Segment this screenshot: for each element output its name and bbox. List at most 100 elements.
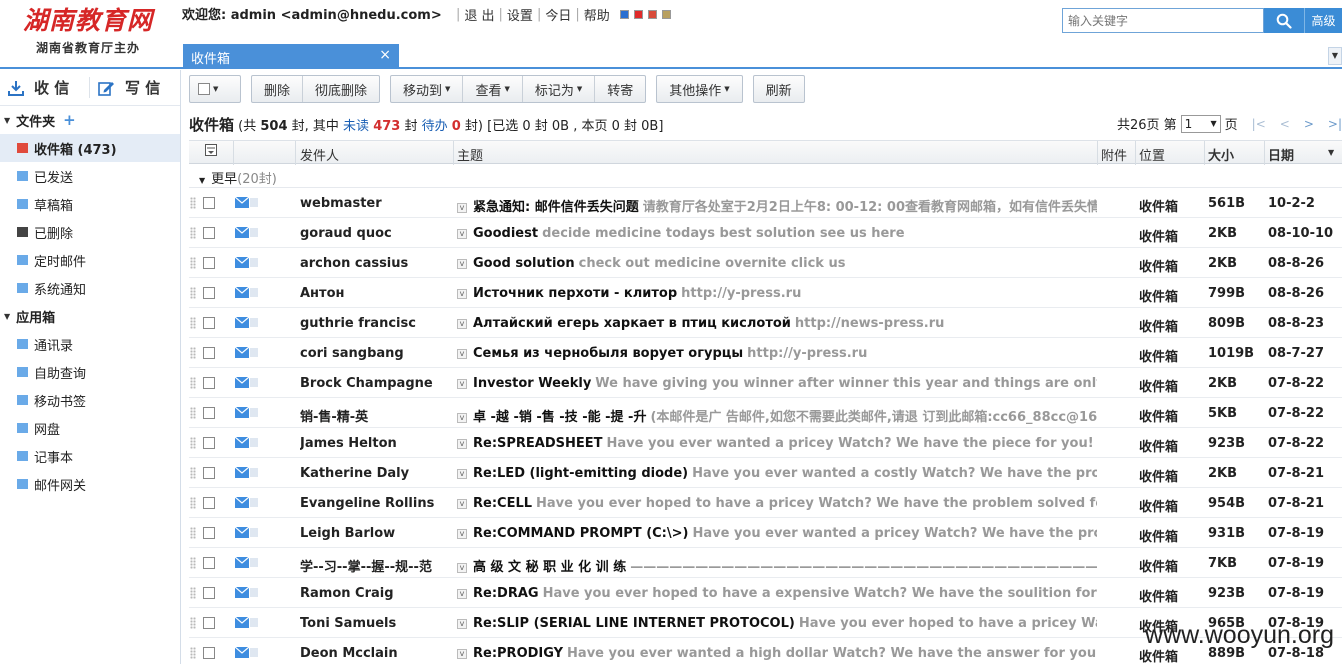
expand-icon[interactable]: v	[457, 469, 467, 479]
column-sender[interactable]: 发件人	[300, 145, 339, 164]
expand-icon[interactable]: v	[457, 349, 467, 359]
email-row[interactable]: Katherine Daly v Re:LED (light-emitting d…	[189, 458, 1342, 488]
refresh-button[interactable]: 刷新	[754, 76, 804, 102]
email-row[interactable]: archon cassius v Good solution check out m…	[189, 248, 1342, 278]
app-notepad[interactable]: 记事本	[0, 442, 180, 470]
last-page-icon[interactable]: >|	[1328, 117, 1342, 131]
view-button[interactable]: 查看 ▼	[463, 76, 523, 102]
unread-link[interactable]: 未读	[343, 119, 369, 134]
expand-icon[interactable]: v	[457, 589, 467, 599]
email-row[interactable]: 学--习--掌--握--规--范 v 高 级 文 秘 职 业 化 训 练 —————…	[189, 548, 1342, 578]
other-ops-button[interactable]: 其他操作 ▼	[657, 76, 741, 102]
move-to-button[interactable]: 移动到 ▼	[391, 76, 464, 102]
skin-gold[interactable]	[661, 10, 671, 19]
first-page-icon[interactable]: |<	[1252, 117, 1266, 131]
drag-handle-icon[interactable]	[190, 437, 196, 449]
expand-icon[interactable]: v	[457, 439, 467, 449]
column-date[interactable]: 日期	[1268, 145, 1294, 164]
expand-icon[interactable]: v	[457, 379, 467, 389]
expand-icon[interactable]: v	[457, 649, 467, 659]
drag-handle-icon[interactable]	[190, 347, 196, 359]
receive-button[interactable]: 收 信	[0, 77, 90, 98]
today-link[interactable]: 今日	[545, 5, 571, 24]
select-all-checkbox[interactable]	[198, 83, 210, 95]
expand-icon[interactable]: v	[457, 499, 467, 509]
folder-scheduled[interactable]: 定时邮件	[0, 246, 180, 274]
folder-system-notice[interactable]: 系统通知	[0, 274, 180, 302]
app-mail-gateway[interactable]: 邮件网关	[0, 470, 180, 498]
email-row[interactable]: guthrie francisc v Алтайский егерь харкае…	[189, 308, 1342, 338]
email-row[interactable]: Leigh Barlow v Re:COMMAND PROMPT (C:\>) Ha…	[189, 518, 1342, 548]
drag-handle-icon[interactable]	[190, 557, 196, 569]
search-button[interactable]	[1264, 8, 1304, 33]
row-checkbox[interactable]	[203, 557, 215, 569]
drag-handle-icon[interactable]	[190, 377, 196, 389]
row-checkbox[interactable]	[203, 407, 215, 419]
app-contacts[interactable]: 通讯录	[0, 330, 180, 358]
drag-handle-icon[interactable]	[190, 197, 196, 209]
advanced-search-button[interactable]: 高级	[1304, 8, 1342, 33]
drag-handle-icon[interactable]	[190, 497, 196, 509]
app-mobile-bookmarks[interactable]: 移动书签	[0, 386, 180, 414]
folder-inbox[interactable]: 收件箱 (473)	[0, 134, 180, 162]
expand-icon[interactable]: v	[457, 259, 467, 269]
email-row[interactable]: James Helton v Re:SPREADSHEET Have you eve…	[189, 428, 1342, 458]
add-folder-icon[interactable]: +	[63, 111, 76, 129]
drag-handle-icon[interactable]	[190, 527, 196, 539]
email-row[interactable]: Brock Champagne v Investor Weekly We have …	[189, 368, 1342, 398]
tab-list-dropdown[interactable]: ▼	[1328, 47, 1342, 65]
prev-page-icon[interactable]: <	[1280, 117, 1290, 131]
row-checkbox[interactable]	[203, 617, 215, 629]
column-chooser-icon[interactable]	[205, 144, 217, 160]
row-checkbox[interactable]	[203, 227, 215, 239]
row-checkbox[interactable]	[203, 287, 215, 299]
close-icon[interactable]: ×	[379, 47, 391, 63]
search-input[interactable]	[1062, 8, 1264, 33]
help-link[interactable]: 帮助	[584, 5, 610, 24]
row-checkbox[interactable]	[203, 197, 215, 209]
group-header[interactable]: ▼ 更早(20封)	[189, 164, 1342, 188]
select-all-dropdown[interactable]: ▼	[190, 76, 240, 102]
todo-link[interactable]: 待办	[422, 119, 448, 134]
column-size[interactable]: 大小	[1208, 145, 1234, 164]
expand-icon[interactable]: v	[457, 413, 467, 423]
drag-handle-icon[interactable]	[190, 287, 196, 299]
expand-icon[interactable]: v	[457, 289, 467, 299]
expand-icon[interactable]: v	[457, 229, 467, 239]
drag-handle-icon[interactable]	[190, 647, 196, 659]
drag-handle-icon[interactable]	[190, 587, 196, 599]
delete-button[interactable]: 删除	[252, 76, 304, 102]
email-row[interactable]: webmaster v 紧急通知: 邮件信件丢失问题 请教育厅各处室于2月2日上午8…	[189, 188, 1342, 218]
drag-handle-icon[interactable]	[190, 617, 196, 629]
app-self-query[interactable]: 自助查询	[0, 358, 180, 386]
write-button[interactable]: 写 信	[90, 77, 180, 98]
column-location[interactable]: 位置	[1139, 145, 1165, 164]
drag-handle-icon[interactable]	[190, 317, 196, 329]
folders-header[interactable]: ▼ 文件夹 +	[0, 106, 180, 134]
drag-handle-icon[interactable]	[190, 467, 196, 479]
column-subject[interactable]: 主题	[457, 145, 483, 164]
tab-inbox[interactable]: 收件箱 ×	[183, 44, 399, 69]
sort-desc-icon[interactable]: ▼	[1328, 148, 1334, 157]
page-select[interactable]: 1 ▼	[1180, 114, 1221, 133]
row-checkbox[interactable]	[203, 437, 215, 449]
row-checkbox[interactable]	[203, 647, 215, 659]
skin-blue[interactable]	[619, 10, 629, 19]
expand-icon[interactable]: v	[457, 529, 467, 539]
skin-red[interactable]	[633, 10, 643, 19]
mark-as-button[interactable]: 标记为 ▼	[523, 76, 596, 102]
row-checkbox[interactable]	[203, 527, 215, 539]
expand-icon[interactable]: v	[457, 563, 467, 573]
folder-drafts[interactable]: 草稿箱	[0, 190, 180, 218]
apps-header[interactable]: ▼ 应用箱	[0, 302, 180, 330]
logout-link[interactable]: 退 出	[464, 5, 494, 24]
settings-link[interactable]: 设置	[507, 5, 533, 24]
expand-icon[interactable]: v	[457, 619, 467, 629]
expand-icon[interactable]: v	[457, 203, 467, 213]
column-attachment[interactable]: 附件	[1101, 145, 1127, 164]
email-row[interactable]: Evangeline Rollins v Re:CELL Have you ever…	[189, 488, 1342, 518]
drag-handle-icon[interactable]	[190, 257, 196, 269]
row-checkbox[interactable]	[203, 497, 215, 509]
folder-deleted[interactable]: 已删除	[0, 218, 180, 246]
row-checkbox[interactable]	[203, 317, 215, 329]
